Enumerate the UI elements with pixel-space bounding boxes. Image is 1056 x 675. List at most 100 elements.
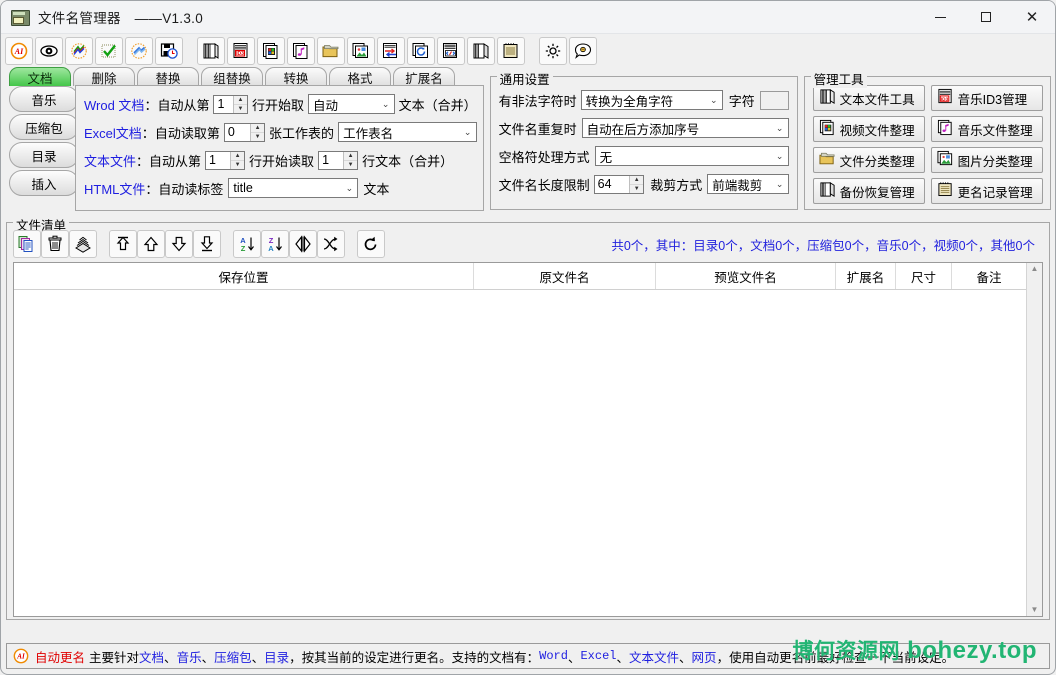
tab-delete[interactable]: 删除 (73, 67, 135, 86)
minimize-button[interactable] (917, 1, 963, 33)
code-files-icon[interactable] (437, 37, 465, 65)
spinner-arrows[interactable]: ▲▼ (629, 176, 643, 193)
spinner-arrows[interactable]: ▲▼ (250, 124, 264, 141)
tab-directory[interactable]: 目录 (9, 142, 79, 168)
tab-extension[interactable]: 扩展名 (393, 67, 455, 86)
svg-text:AI: AI (16, 653, 25, 661)
sort-za-icon[interactable]: ZA (261, 230, 289, 258)
check-rename-icon[interactable] (95, 37, 123, 65)
close-button[interactable]: ✕ (1009, 1, 1055, 33)
illegal-char-combo[interactable]: 转换为全角字符 ⌄ (581, 90, 723, 110)
swap-files-icon[interactable] (377, 37, 405, 65)
music-files-icon[interactable] (287, 37, 315, 65)
text-file-tool-icon[interactable] (197, 37, 225, 65)
column-header-size[interactable]: 尺寸 (896, 263, 952, 289)
scroll-down-arrow-icon[interactable]: ▼ (1031, 606, 1039, 614)
add-files-icon[interactable] (13, 230, 41, 258)
text-line-start-spinner[interactable]: 1 ▲▼ (205, 151, 245, 170)
word-mode-combo[interactable]: 自动 ⌄ (308, 94, 395, 114)
music-id3-button[interactable]: ID3 音乐ID3管理 (931, 85, 1043, 111)
status-text-2: ，按其当前的设定进行更名。支持的文档有： (289, 647, 539, 666)
tab-music[interactable]: 音乐 (9, 86, 79, 112)
excel-settings-row: Excel文档 ： 自动读取第 0 ▲▼ 张工作表的 工作表名 ⌄ (84, 118, 477, 146)
excel-source-combo[interactable]: 工作表名 ⌄ (338, 122, 477, 142)
column-header-save-location[interactable]: 保存位置 (14, 263, 474, 289)
save-clock-icon[interactable] (155, 37, 183, 65)
button-label: 音乐ID3管理 (958, 89, 1027, 108)
html-label: HTML文件 (84, 179, 145, 198)
music-id3-icon[interactable]: ID3 (227, 37, 255, 65)
video-files-icon[interactable] (257, 37, 285, 65)
column-header-preview-name[interactable]: 预览文件名 (656, 263, 836, 289)
column-header-remark[interactable]: 备注 (952, 263, 1026, 289)
image-classify-icon[interactable] (347, 37, 375, 65)
reverse-order-icon[interactable] (289, 230, 317, 258)
word-line-start-spinner[interactable]: 1 ▲▼ (213, 95, 248, 114)
about-icon[interactable] (569, 37, 597, 65)
rename-log-icon[interactable] (497, 37, 525, 65)
spinner-arrows[interactable]: ▲▼ (230, 152, 244, 169)
html-tag-combo[interactable]: title ⌄ (228, 178, 358, 198)
maximize-button[interactable] (963, 1, 1009, 33)
backup-restore-button[interactable]: 备份恢复管理 (813, 178, 925, 204)
preview-icon[interactable] (35, 37, 63, 65)
refresh-files-icon[interactable] (407, 37, 435, 65)
svg-text:ID3: ID3 (236, 51, 244, 57)
column-header-original-name[interactable]: 原文件名 (474, 263, 656, 289)
excel-sheet-index-spinner[interactable]: 0 ▲▼ (224, 123, 265, 142)
clear-all-icon[interactable] (69, 230, 97, 258)
folder-classify-button[interactable]: 文件分类整理 (813, 147, 925, 173)
undo-rename-icon[interactable] (125, 37, 153, 65)
delete-icon[interactable] (41, 230, 69, 258)
text-line-count-spinner[interactable]: 1 ▲▼ (318, 151, 358, 170)
scroll-up-arrow-icon[interactable]: ▲ (1031, 265, 1039, 273)
rename-log-button[interactable]: 更名记录管理 (931, 178, 1043, 204)
music-files-button[interactable]: 音乐文件整理 (931, 116, 1043, 142)
char-input[interactable] (760, 91, 789, 110)
file-table-body[interactable] (14, 290, 1026, 617)
tab-replace[interactable]: 替换 (137, 67, 199, 86)
gear-icon[interactable] (539, 37, 567, 65)
auto-rename-icon[interactable]: AI (5, 37, 33, 65)
tab-insert[interactable]: 插入 (9, 170, 79, 196)
image-classify-button[interactable]: 图片分类整理 (931, 147, 1043, 173)
tab-documents[interactable]: 文档 (9, 67, 71, 86)
spinner-arrows[interactable]: ▲▼ (343, 152, 357, 169)
file-table-scrollbar[interactable]: ▲ ▼ (1026, 263, 1042, 616)
tab-group-replace[interactable]: 组替换 (201, 67, 263, 86)
folder-classify-icon (819, 150, 836, 170)
shuffle-icon[interactable] (317, 230, 345, 258)
length-spinner[interactable]: 64 ▲▼ (594, 175, 645, 194)
backup-restore-icon[interactable] (467, 37, 495, 65)
combo-value: 工作表名 (343, 123, 460, 142)
refresh-icon[interactable] (357, 230, 385, 258)
duplicate-combo[interactable]: 自动在后方添加序号 ⌄ (582, 118, 789, 138)
main-toolbar: AI ID3 (1, 34, 1055, 66)
button-label: 更名记录管理 (958, 182, 1033, 201)
chevron-down-icon: ⌄ (341, 183, 357, 194)
tab-format[interactable]: 格式 (329, 67, 391, 86)
word-settings-row: Wrod 文档 ： 自动从第 1 ▲▼ 行开始取 自动 ⌄ 文本（合并） (84, 90, 477, 118)
char-label: 字符 (729, 91, 755, 110)
spinner-arrows[interactable]: ▲▼ (233, 96, 247, 113)
move-up-icon[interactable] (137, 230, 165, 258)
sort-az-icon[interactable]: AZ (233, 230, 261, 258)
tab-label: 插入 (31, 174, 56, 193)
chevron-down-icon: ⌄ (706, 95, 722, 106)
html-text-2: 文本 (363, 179, 389, 198)
space-combo[interactable]: 无 ⌄ (595, 146, 789, 166)
move-bottom-icon[interactable] (193, 230, 221, 258)
column-header-extension[interactable]: 扩展名 (836, 263, 896, 289)
text-file-tool-button[interactable]: 文本文件工具 (813, 85, 925, 111)
move-top-icon[interactable] (109, 230, 137, 258)
move-down-icon[interactable] (165, 230, 193, 258)
svg-text:ID3: ID3 (941, 96, 949, 102)
folder-classify-icon[interactable] (317, 37, 345, 65)
tab-archive[interactable]: 压缩包 (9, 114, 79, 140)
tab-convert[interactable]: 转换 (265, 67, 327, 86)
column-label: 备注 (976, 267, 1001, 286)
combo-value: 前端裁剪 (712, 175, 771, 194)
trim-combo[interactable]: 前端裁剪 ⌄ (707, 174, 788, 194)
video-files-button[interactable]: 视频文件整理 (813, 116, 925, 142)
rainbow-rename-icon[interactable] (65, 37, 93, 65)
